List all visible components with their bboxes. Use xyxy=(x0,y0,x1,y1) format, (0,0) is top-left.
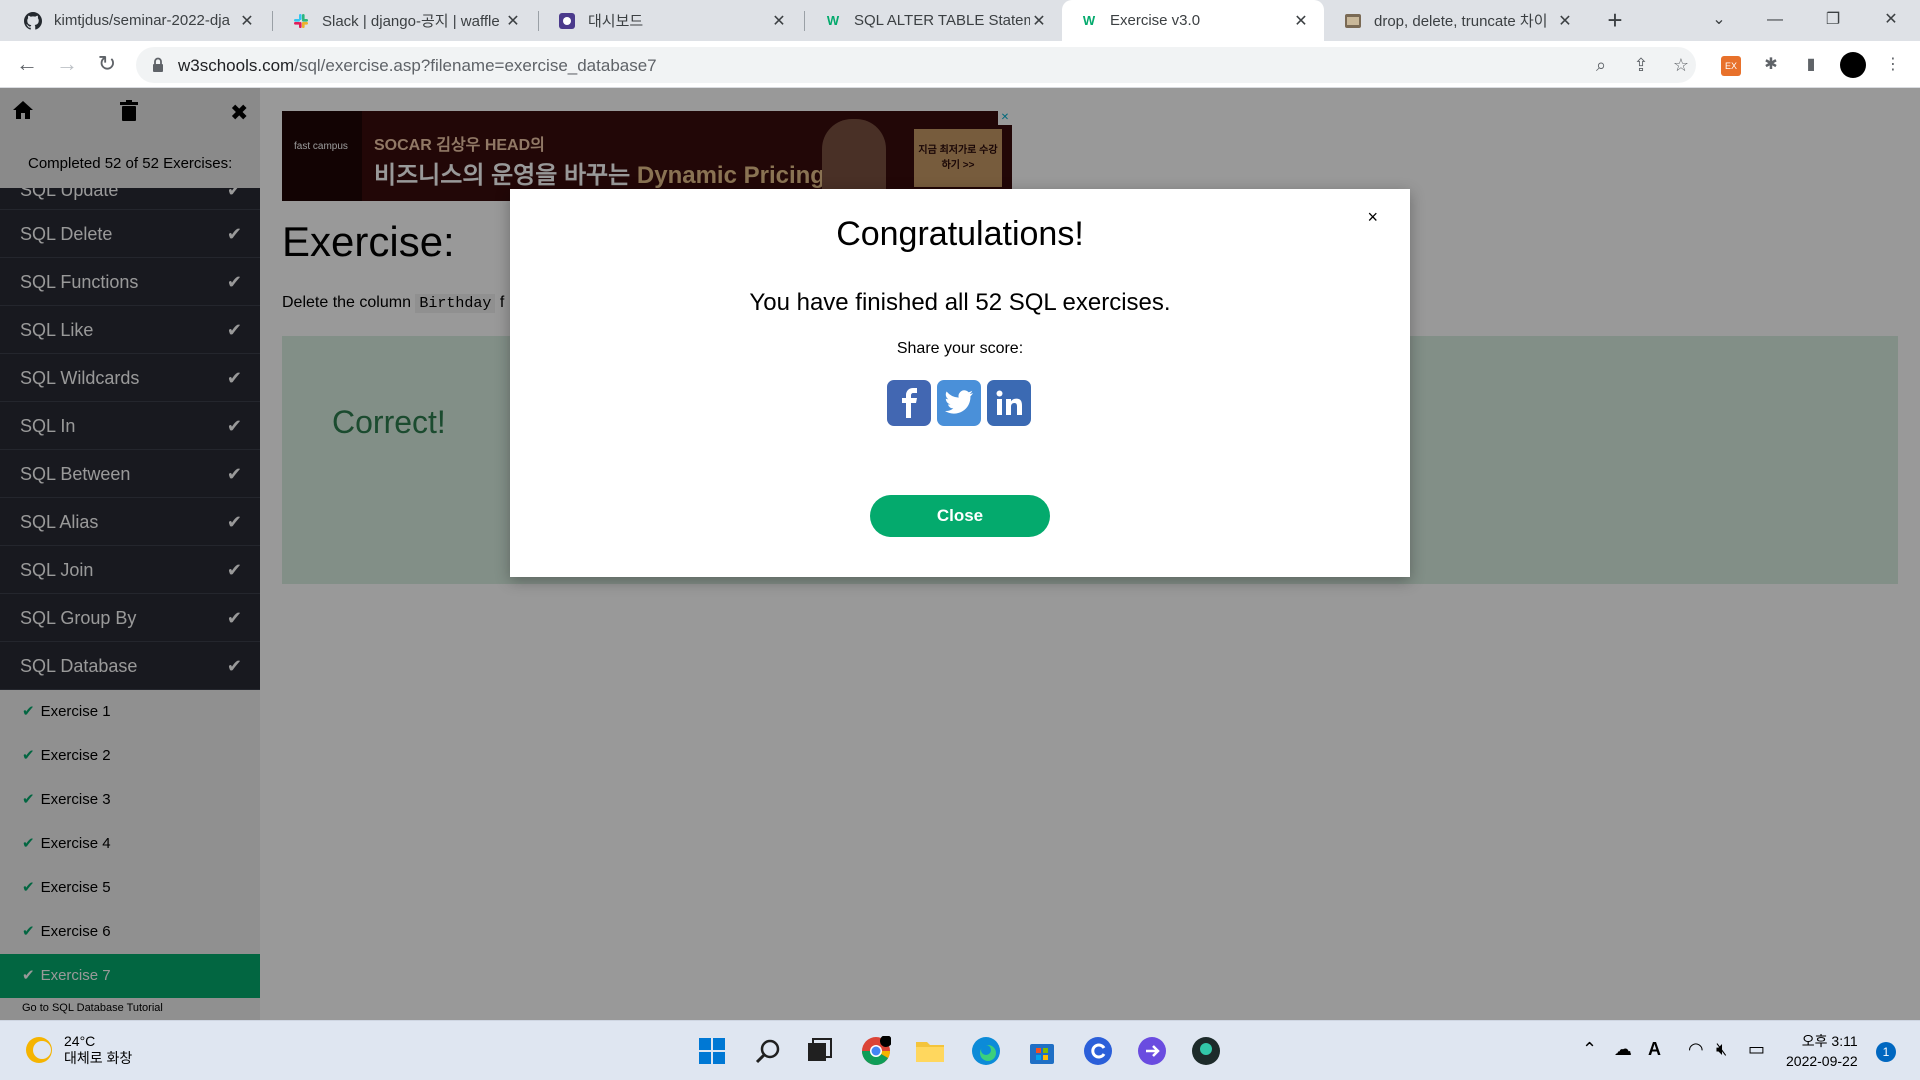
weather-text: 24°C 대체로 화창 xyxy=(64,1033,132,1067)
close-window-button[interactable]: ✕ xyxy=(1866,0,1916,41)
forward-button[interactable]: → xyxy=(52,49,82,79)
task-view-icon[interactable] xyxy=(804,1035,836,1067)
tab-title: kimtjdus/seminar-2022-dja xyxy=(54,12,230,29)
tab-close-icon[interactable]: ✕ xyxy=(504,11,522,31)
tab-separator xyxy=(272,11,273,31)
modal-title: Congratulations! xyxy=(836,215,1084,253)
tab-search-chevron-icon[interactable]: ⌄ xyxy=(1694,0,1744,41)
tab-close-icon[interactable]: ✕ xyxy=(770,11,788,31)
tab-title: Exercise v3.0 xyxy=(1110,12,1201,29)
windows-taskbar: 24°C 대체로 화창 ⌃ ☁ A ◠ 🔇︎ ▭ 오후 3:11 2022-09… xyxy=(0,1020,1920,1080)
w3schools-icon: W xyxy=(1082,13,1096,28)
temperature: 24°C xyxy=(64,1033,96,1049)
minimize-button[interactable]: — xyxy=(1750,0,1800,41)
tab-title: Slack | django-공지 | waffle xyxy=(322,13,500,30)
weather-widget[interactable]: 24°C 대체로 화창 xyxy=(26,1033,132,1067)
tab-close-icon[interactable]: ✕ xyxy=(1556,11,1574,31)
url-text: w3schools.com/sql/exercise.asp?filename=… xyxy=(178,56,657,76)
tab-github[interactable]: kimtjdus/seminar-2022-dja ✕ xyxy=(6,0,270,41)
share-icon[interactable]: ⇪ xyxy=(1630,54,1652,76)
profile-avatar[interactable] xyxy=(1840,52,1866,78)
extension-ex-icon[interactable]: EX xyxy=(1718,52,1744,78)
browser-toolbar: ← → ↻ w3schools.com/sql/exercise.asp?fil… xyxy=(0,41,1920,88)
close-button[interactable]: Close xyxy=(870,495,1050,537)
battery-icon[interactable]: ▭ xyxy=(1748,1039,1765,1060)
back-button[interactable]: ← xyxy=(12,49,42,79)
dashboard-icon xyxy=(558,12,576,30)
blog-icon xyxy=(1344,12,1362,30)
url-host: w3schools.com xyxy=(178,56,295,75)
edge-icon[interactable] xyxy=(970,1035,1002,1067)
chrome-icon[interactable] xyxy=(860,1035,892,1067)
tab-separator xyxy=(804,11,805,31)
search-icon[interactable] xyxy=(752,1035,784,1067)
weather-description: 대체로 화창 xyxy=(64,1050,133,1066)
url-path: /sql/exercise.asp?filename=exercise_data… xyxy=(294,56,657,75)
twitter-icon[interactable] xyxy=(937,380,981,426)
notification-badge[interactable]: 1 xyxy=(1876,1042,1896,1062)
app-icon-dark[interactable] xyxy=(1190,1035,1222,1067)
tab-exercise[interactable]: W Exercise v3.0 ✕ xyxy=(1062,0,1324,41)
file-explorer-icon[interactable] xyxy=(914,1035,946,1067)
tab-close-icon[interactable]: ✕ xyxy=(1030,11,1048,31)
app-icon-purple[interactable] xyxy=(1136,1035,1168,1067)
extensions-puzzle-icon[interactable]: ✱ xyxy=(1758,52,1784,78)
tab-slack[interactable]: Slack | django-공지 | waffle ✕ xyxy=(274,0,536,41)
side-panel-icon[interactable]: ▮ xyxy=(1798,52,1824,78)
wifi-icon[interactable]: ◠ xyxy=(1688,1039,1704,1060)
lock-icon[interactable] xyxy=(150,56,166,74)
tab-close-icon[interactable]: ✕ xyxy=(1292,11,1310,31)
onedrive-cloud-icon[interactable]: ☁ xyxy=(1614,1039,1632,1060)
reload-button[interactable]: ↻ xyxy=(92,49,122,79)
tab-title: 대시보드 xyxy=(588,13,644,30)
restore-button[interactable]: ❐ xyxy=(1808,0,1858,41)
clock-date: 2022-09-22 xyxy=(1786,1053,1858,1069)
tab-separator xyxy=(538,11,539,31)
address-bar[interactable]: w3schools.com/sql/exercise.asp?filename=… xyxy=(136,47,1696,83)
slack-icon xyxy=(292,12,310,30)
share-label: Share your score: xyxy=(896,340,1024,357)
clock[interactable]: 오후 3:11 2022-09-22 xyxy=(1786,1031,1858,1071)
modal-message: You have finished all 52 SQL exercises. xyxy=(749,289,1171,316)
tray-chevron-up-icon[interactable]: ⌃ xyxy=(1582,1039,1597,1060)
tab-title: SQL ALTER TABLE Statemen xyxy=(854,12,1030,29)
tab-title: drop, delete, truncate 차이 xyxy=(1374,13,1548,30)
browser-menu-icon[interactable]: ⋮ xyxy=(1880,52,1906,78)
weather-sun-icon xyxy=(26,1037,52,1063)
tab-dashboard[interactable]: 대시보드 ✕ xyxy=(540,0,802,41)
tab-sql-alter[interactable]: W SQL ALTER TABLE Statemen ✕ xyxy=(806,0,1062,41)
volume-muted-icon[interactable]: 🔇︎ xyxy=(1716,1039,1727,1060)
browser-tab-strip: kimtjdus/seminar-2022-dja ✕ Slack | djan… xyxy=(0,0,1920,41)
clock-time: 오후 3:11 xyxy=(1801,1033,1858,1049)
app-icon-blue[interactable] xyxy=(1082,1035,1114,1067)
social-share-buttons xyxy=(887,380,1031,426)
new-tab-button[interactable]: + xyxy=(1599,4,1631,36)
github-icon xyxy=(24,11,42,30)
zoom-icon[interactable]: ⌕ xyxy=(1590,54,1612,76)
ime-indicator-icon[interactable]: A xyxy=(1648,1039,1661,1060)
tab-blog[interactable]: drop, delete, truncate 차이 ✕ xyxy=(1326,0,1588,41)
tab-close-icon[interactable]: ✕ xyxy=(238,11,256,31)
bookmark-star-icon[interactable]: ☆ xyxy=(1670,54,1692,76)
facebook-icon[interactable] xyxy=(887,380,931,426)
w3schools-icon: W xyxy=(826,13,840,28)
linkedin-icon[interactable] xyxy=(987,380,1031,426)
windows-start-icon[interactable] xyxy=(696,1035,728,1067)
congratulations-modal: × Congratulations! You have finished all… xyxy=(510,189,1410,577)
microsoft-store-icon[interactable] xyxy=(1026,1035,1058,1067)
